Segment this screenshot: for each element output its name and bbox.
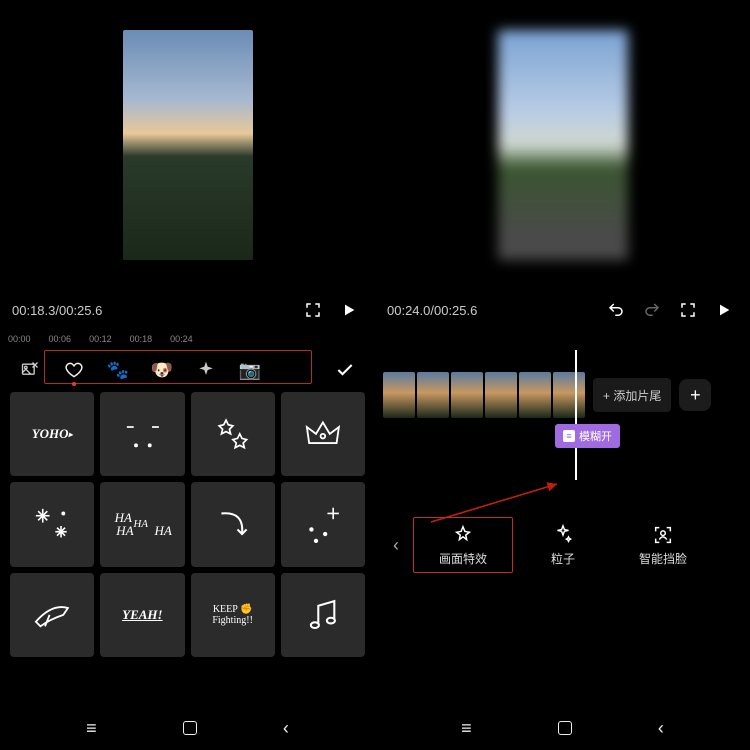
- preview-left: [0, 0, 375, 290]
- clip-row: + 添加片尾 +: [383, 370, 742, 420]
- playhead[interactable]: [575, 350, 577, 480]
- video-thumb-left[interactable]: [123, 30, 253, 260]
- tool-particles[interactable]: 粒子: [513, 517, 613, 573]
- fullscreen-icon[interactable]: [674, 296, 702, 324]
- effects-toolbar: ‹ 画面特效 粒子 智能挡脸: [375, 510, 750, 580]
- preview-right: [375, 0, 750, 290]
- timecode: 00:24.0/00:25.6: [387, 303, 477, 318]
- timeline-ticks: 00:00 00:06 00:12 00:18 00:24: [0, 330, 375, 348]
- clip-frame[interactable]: [417, 372, 449, 418]
- home-icon[interactable]: [183, 721, 197, 735]
- add-clip-button[interactable]: +: [679, 379, 711, 411]
- clip-frame[interactable]: [383, 372, 415, 418]
- back-icon[interactable]: ‹: [658, 718, 664, 739]
- back-icon[interactable]: ‹: [283, 718, 289, 739]
- sticker-category-row: 🐾 🐶 📷: [0, 348, 375, 392]
- sticker-yoho[interactable]: YOHO▸: [10, 392, 94, 476]
- android-nav-left: ≡ ‹: [0, 710, 375, 746]
- sticker-grid: YOHO▸ HA HAHA HA YEAH! KEEP ✊Fighting!!: [0, 392, 375, 657]
- clip-frame[interactable]: [485, 372, 517, 418]
- android-nav-right: ≡ ‹: [375, 710, 750, 746]
- sticker-music[interactable]: [281, 573, 365, 657]
- sticker-hahaha[interactable]: HA HAHA HA: [100, 482, 184, 566]
- play-icon[interactable]: [335, 296, 363, 324]
- clip-frame[interactable]: [553, 372, 585, 418]
- clip-frame[interactable]: [519, 372, 551, 418]
- sticker-snow[interactable]: [10, 482, 94, 566]
- heart-icon[interactable]: [52, 350, 96, 390]
- sticker-arrow[interactable]: [191, 482, 275, 566]
- right-pane: 00:24.0/00:25.6: [375, 0, 750, 750]
- sticker-plus-dots[interactable]: [281, 482, 365, 566]
- redo-icon[interactable]: [638, 296, 666, 324]
- sticker-crown[interactable]: [281, 392, 365, 476]
- timebar-right: 00:24.0/00:25.6: [375, 290, 750, 330]
- sticker-stars[interactable]: [191, 392, 275, 476]
- tool-face-block[interactable]: 智能挡脸: [613, 517, 713, 573]
- timecode: 00:18.3/00:25.6: [12, 303, 102, 318]
- tool-screen-effects[interactable]: 画面特效: [413, 517, 513, 573]
- toolbar-back-icon[interactable]: ‹: [379, 520, 413, 570]
- sticker-dots[interactable]: [100, 392, 184, 476]
- left-pane: 00:18.3/00:25.6 00:00 00:06 00:12 00:18 …: [0, 0, 375, 750]
- timebar-left: 00:18.3/00:25.6: [0, 290, 375, 330]
- home-icon[interactable]: [558, 721, 572, 735]
- confirm-icon[interactable]: [323, 350, 367, 390]
- play-icon[interactable]: [710, 296, 738, 324]
- menu-icon[interactable]: ≡: [86, 718, 97, 739]
- clip-frame[interactable]: [451, 372, 483, 418]
- fullscreen-icon[interactable]: [299, 296, 327, 324]
- sticker-keep-fighting[interactable]: KEEP ✊Fighting!!: [191, 573, 275, 657]
- undo-icon[interactable]: [602, 296, 630, 324]
- timeline[interactable]: + 添加片尾 + 模糊开: [375, 330, 750, 510]
- video-thumb-right[interactable]: [498, 30, 628, 260]
- effect-tag[interactable]: 模糊开: [555, 424, 620, 448]
- add-tail-button[interactable]: + 添加片尾: [593, 378, 671, 412]
- sticker-yeah[interactable]: YEAH!: [100, 573, 184, 657]
- sticker-plane[interactable]: [10, 573, 94, 657]
- menu-icon[interactable]: ≡: [461, 718, 472, 739]
